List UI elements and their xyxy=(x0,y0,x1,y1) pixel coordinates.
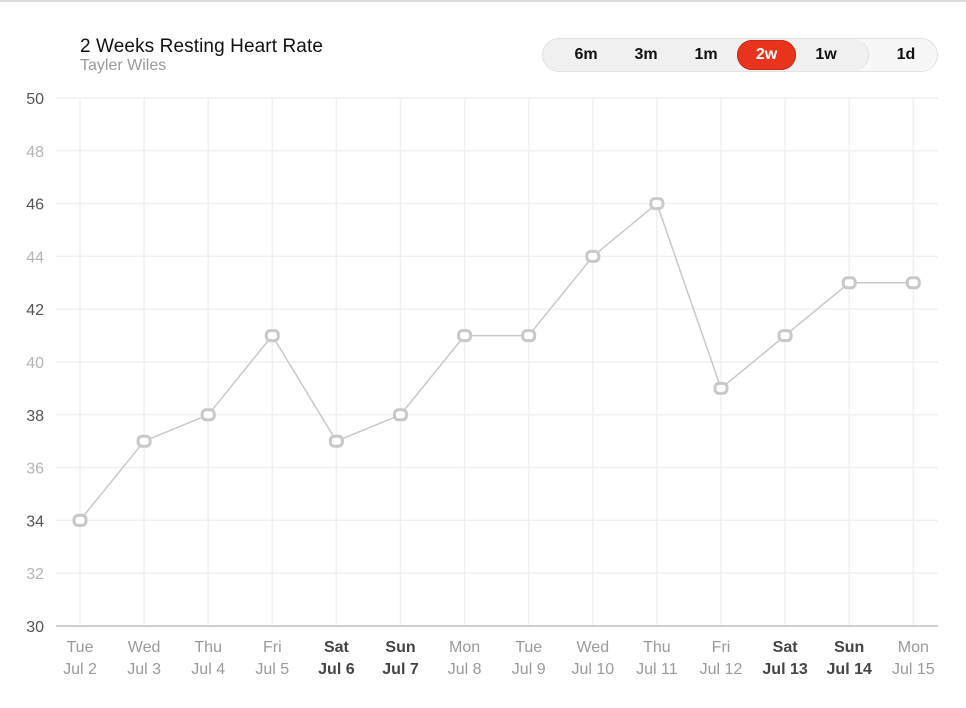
x-tick-day-label: Sat xyxy=(773,639,799,656)
x-tick-date-label: Jul 11 xyxy=(636,661,678,678)
x-tick-date-label: Jul 3 xyxy=(127,661,161,678)
x-tick-day-label: Tue xyxy=(67,639,94,656)
x-tick-day-label: Wed xyxy=(576,639,609,656)
x-tick-date-label: Jul 2 xyxy=(63,661,97,678)
y-tick-label: 46 xyxy=(26,197,44,214)
y-tick-label: 34 xyxy=(26,513,44,530)
y-tick-label: 50 xyxy=(26,91,44,108)
data-point[interactable] xyxy=(905,276,921,290)
x-tick-date-label: Jul 15 xyxy=(892,661,935,678)
x-tick-date-label: Jul 4 xyxy=(191,661,225,678)
x-tick-date-label: Jul 9 xyxy=(512,661,546,678)
data-point[interactable] xyxy=(777,329,793,343)
x-tick-day-label: Mon xyxy=(449,639,480,656)
x-tick-day-label: Sun xyxy=(385,639,415,656)
data-point[interactable] xyxy=(393,408,408,422)
x-tick-date-label: Jul 14 xyxy=(827,661,872,678)
y-tick-label: 30 xyxy=(26,619,44,636)
y-tick-label: 44 xyxy=(26,249,44,266)
line-chart: 3032343638404244464850 TueJul 2WedJul 3T… xyxy=(26,91,938,678)
x-tick-day-label: Thu xyxy=(194,639,222,656)
x-tick-date-label: Jul 12 xyxy=(700,661,743,678)
y-tick-label: 48 xyxy=(26,144,44,161)
y-tick-label: 42 xyxy=(26,302,44,319)
x-tick-date-label: Jul 7 xyxy=(382,661,419,678)
data-point[interactable] xyxy=(841,276,857,290)
y-axis-labels: 30 32 34 36 38 40 42 44 46 48 50 xyxy=(26,91,44,636)
x-tick-date-label: Jul 13 xyxy=(762,661,807,678)
data-point[interactable] xyxy=(136,434,152,448)
x-tick-day-label: Wed xyxy=(128,639,161,656)
data-point[interactable] xyxy=(585,249,601,263)
data-point[interactable] xyxy=(713,381,729,395)
data-point[interactable] xyxy=(521,329,537,343)
data-point[interactable] xyxy=(200,408,216,422)
x-tick-day-label: Fri xyxy=(263,639,282,656)
x-tick-date-label: Jul 10 xyxy=(571,661,614,678)
y-tick-label: 36 xyxy=(26,461,44,478)
x-tick-day-label: Sun xyxy=(834,639,864,656)
y-tick-label: 40 xyxy=(26,355,44,372)
x-tick-day-label: Tue xyxy=(515,639,542,656)
data-point[interactable] xyxy=(264,329,280,343)
data-point[interactable] xyxy=(457,329,473,343)
data-point[interactable] xyxy=(328,434,344,448)
x-tick-day-label: Sat xyxy=(324,639,350,656)
data-point[interactable] xyxy=(649,197,665,211)
y-tick-label: 38 xyxy=(26,408,44,425)
x-tick-day-label: Mon xyxy=(898,639,929,656)
data-point[interactable] xyxy=(72,513,88,527)
x-tick-day-label: Fri xyxy=(712,639,731,656)
x-tick-date-label: Jul 5 xyxy=(255,661,289,678)
x-axis-labels: Tue Jul 2 Wed Jul 3 Thu Jul 4 Fri Jul 5 Sat Jul 6… xyxy=(63,639,935,678)
x-tick-date-label: Jul 8 xyxy=(448,661,482,678)
x-tick-date-label: Jul 6 xyxy=(318,661,355,678)
y-tick-label: 32 xyxy=(26,566,44,583)
x-tick-day-label: Thu xyxy=(643,639,671,656)
